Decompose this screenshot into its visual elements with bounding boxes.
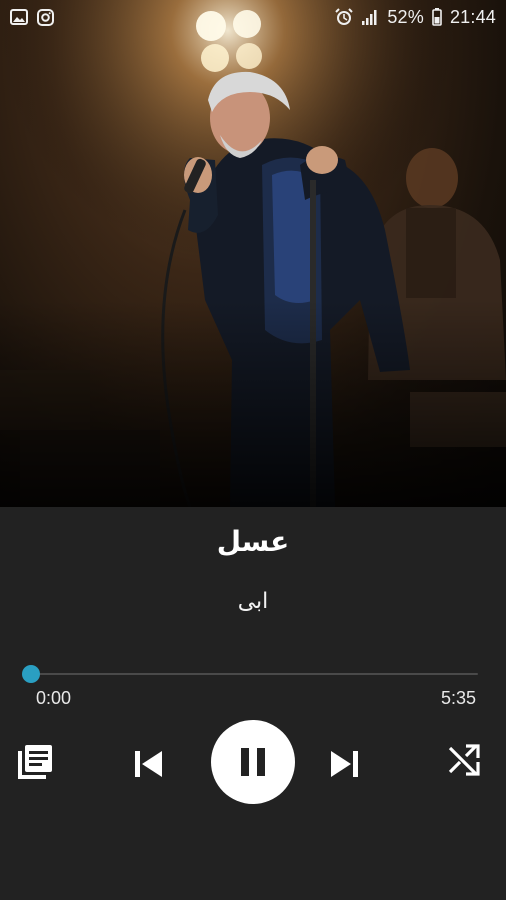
shuffle-icon [448, 744, 480, 776]
signal-icon [361, 8, 379, 26]
status-bar-left [10, 8, 54, 26]
seek-thumb[interactable] [22, 665, 40, 683]
playback-controls [0, 720, 506, 804]
pause-icon [241, 748, 265, 776]
elapsed-time: 0:00 [36, 688, 72, 708]
next-button[interactable] [325, 744, 365, 784]
total-time: 5:35 [440, 688, 476, 708]
next-icon [331, 751, 358, 777]
pause-button[interactable] [211, 720, 295, 804]
artist-name: ابی [237, 589, 269, 614]
status-bar-right: 52% 21:44 [335, 7, 496, 28]
previous-button[interactable] [128, 744, 168, 784]
clock: 21:44 [449, 6, 496, 27]
shuffle-button[interactable] [444, 740, 484, 780]
battery-icon [432, 8, 442, 26]
instagram-icon [36, 8, 54, 26]
queue-button[interactable] [15, 742, 55, 782]
battery-percentage: 52% [387, 6, 424, 27]
player-panel: عسل ابی 0:00 5:35 [0, 507, 506, 900]
status-bar: 52% 21:44 [0, 0, 506, 34]
concert-photo [0, 0, 506, 507]
queue-icon [18, 745, 52, 779]
previous-icon [135, 751, 162, 777]
seek-bar[interactable] [22, 664, 478, 684]
alarm-icon [335, 8, 354, 26]
album-artwork [0, 0, 506, 507]
song-title: عسل [216, 525, 290, 558]
seek-track [30, 673, 478, 675]
gallery-icon [10, 8, 28, 26]
